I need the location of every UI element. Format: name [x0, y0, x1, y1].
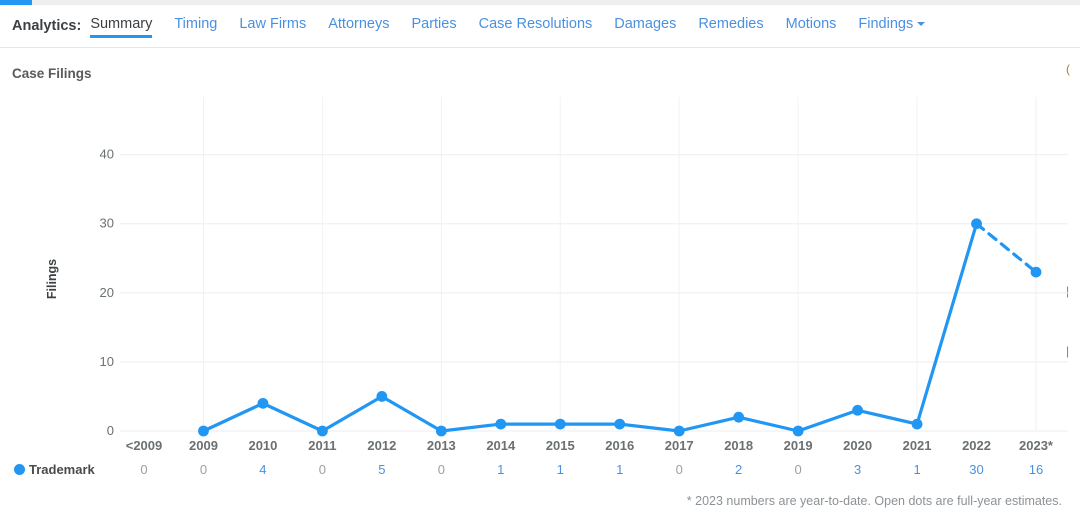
svg-text:<2009: <2009 — [126, 438, 163, 452]
tab-case-resolutions[interactable]: Case Resolutions — [479, 16, 593, 37]
tab-motions[interactable]: Motions — [786, 16, 837, 37]
tab-findings[interactable]: Findings — [858, 15, 926, 37]
svg-text:2017: 2017 — [665, 438, 694, 452]
sliver-mark-1: ( — [1066, 62, 1070, 76]
tab-attorneys-label: Attorneys — [328, 15, 390, 32]
svg-text:2020: 2020 — [843, 438, 872, 452]
chart-series-line — [201, 222, 1038, 433]
svg-text:2021: 2021 — [903, 438, 932, 452]
svg-text:20: 20 — [100, 285, 114, 300]
legend-value-2012: 5 — [378, 462, 386, 477]
tab-findings-label: Findings — [858, 15, 914, 32]
tab-damages-label: Damages — [614, 15, 677, 32]
svg-text:2014: 2014 — [486, 438, 516, 452]
chart-x-axis-ticks: <2009 2009 2010 2011 2012 2013 2014 2015 2016 201… — [126, 438, 1054, 452]
tab-remedies[interactable]: Remedies — [698, 16, 763, 37]
tab-remedies-label: Remedies — [698, 15, 764, 32]
legend-value-2019: 0 — [794, 462, 802, 477]
svg-text:2011: 2011 — [308, 438, 336, 452]
legend-value-2016: 1 — [616, 462, 624, 477]
legend-value-2010: 4 — [259, 462, 267, 477]
tab-parties-label: Parties — [411, 15, 457, 32]
tab-parties[interactable]: Parties — [411, 16, 456, 37]
legend-value-2017: 0 — [675, 462, 683, 477]
svg-text:30: 30 — [100, 216, 114, 231]
svg-text:2010: 2010 — [248, 438, 277, 452]
svg-text:2016: 2016 — [605, 438, 634, 452]
analytics-nav-prefix: Analytics: — [12, 18, 82, 34]
chart-svg: 0 10 20 30 40 <2009 2009 2010 2011 2012 2013 2014 2… — [45, 97, 1068, 452]
legend-value-2013: 0 — [437, 462, 445, 477]
tab-damages[interactable]: Damages — [614, 16, 676, 37]
svg-text:2022: 2022 — [962, 438, 991, 452]
analytics-nav: Analytics: Summary Timing Law Firms Atto… — [0, 5, 1080, 48]
legend-item-trademark[interactable]: Trademark — [14, 462, 95, 477]
chevron-down-icon — [917, 21, 926, 26]
legend-value-2018: 2 — [735, 462, 743, 477]
svg-text:2023*: 2023* — [1019, 438, 1054, 452]
svg-text:2012: 2012 — [367, 438, 396, 452]
tab-motions-label: Motions — [785, 15, 837, 32]
legend-value-2022: 30 — [969, 462, 984, 477]
legend-value-2011: 0 — [318, 462, 326, 477]
svg-text:10: 10 — [100, 354, 114, 369]
legend-value-2020: 3 — [853, 462, 862, 477]
tab-timing[interactable]: Timing — [174, 16, 217, 37]
chart-y-axis-ticks: 0 10 20 30 40 — [100, 147, 114, 438]
svg-text:0: 0 — [107, 423, 114, 438]
svg-text:2009: 2009 — [189, 438, 218, 452]
legend-value-2009: 0 — [199, 462, 208, 477]
chart-gridlines-vertical — [202, 97, 1037, 431]
tab-timing-label: Timing — [174, 15, 218, 32]
legend-color-dot-icon — [14, 464, 25, 475]
chart-footnote: * 2023 numbers are year-to-date. Open do… — [686, 494, 1062, 508]
chart-series-markers — [198, 218, 1042, 437]
tab-attorneys[interactable]: Attorneys — [328, 16, 389, 37]
legend-value-2009: 0 — [140, 462, 148, 477]
svg-text:2013: 2013 — [427, 438, 456, 452]
tab-summary-label: Summary — [90, 15, 153, 32]
chart-legend-and-values: Trademark 0 0 4 0 5 0 1 1 1 0 2 0 3 1 30 16 — [0, 458, 1080, 488]
tab-law-firms[interactable]: Law Firms — [239, 16, 306, 37]
tab-case-resolutions-label: Case Resolutions — [478, 15, 593, 32]
case-filings-chart: 0 10 20 30 40 <2009 2009 2010 2011 2012 2013 2014 2… — [0, 92, 1080, 452]
svg-text:2018: 2018 — [724, 438, 753, 452]
svg-text:2015: 2015 — [546, 438, 575, 452]
legend-value-2014: 1 — [497, 462, 505, 477]
svg-text:2019: 2019 — [784, 438, 813, 452]
tab-law-firms-label: Law Firms — [239, 15, 307, 32]
legend-item-label: Trademark — [29, 462, 95, 477]
svg-text:40: 40 — [100, 147, 114, 162]
legend-value-2021: 1 — [913, 462, 921, 477]
chart-y-axis-title: Filings — [45, 259, 59, 299]
legend-value-2015: 1 — [556, 462, 564, 477]
legend-value-2023: 16 — [1028, 462, 1044, 477]
tab-summary[interactable]: Summary — [90, 15, 153, 38]
page-title: Case Filings — [12, 66, 92, 81]
